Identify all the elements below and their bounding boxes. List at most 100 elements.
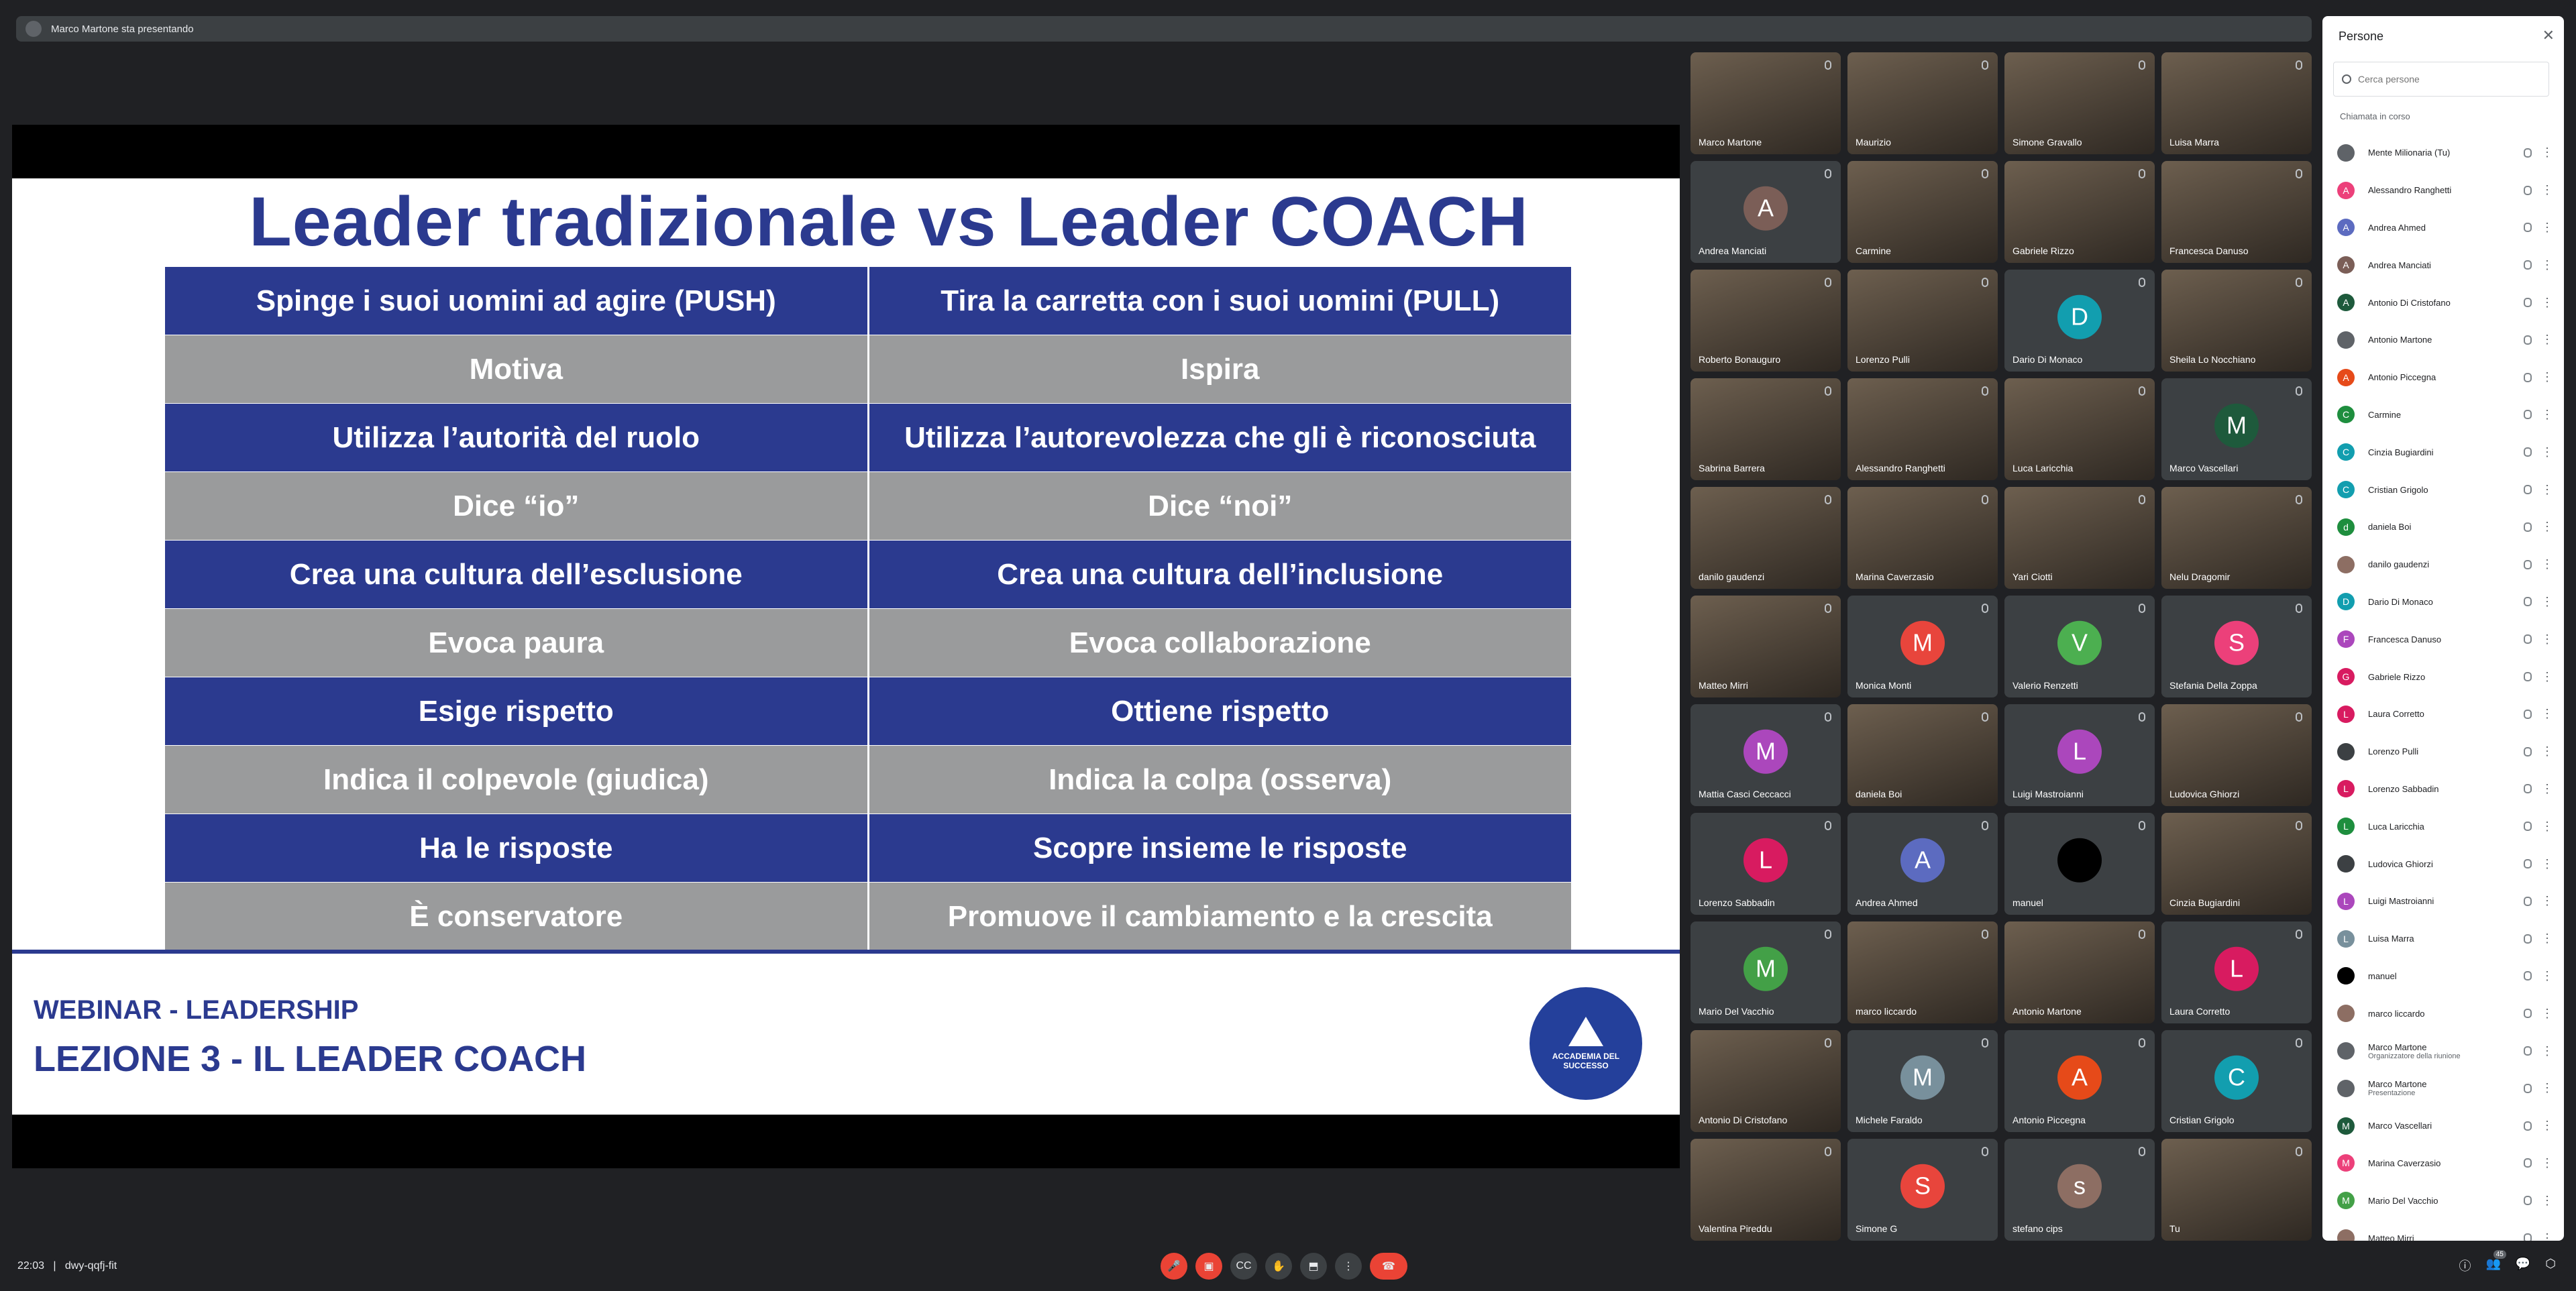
mic-muted-icon[interactable] [2524,185,2532,195]
list-item[interactable]: Ludovica Ghiorzi ⋮ [2322,845,2564,883]
more-options-icon[interactable]: ⋮ [2541,146,2553,160]
more-options-icon[interactable]: ⋮ [2541,969,2553,983]
more-options-icon[interactable]: ⋮ [2541,782,2553,796]
more-options-icon[interactable]: ⋮ [2541,857,2553,871]
participant-tile[interactable]: danilo gaudenzi [1690,487,1841,589]
participant-tile[interactable]: Gabriele Rizzo [2004,161,2155,263]
participant-tile[interactable]: L Lorenzo Sabbadin [1690,813,1841,915]
more-options-icon[interactable]: ⋮ [2541,221,2553,235]
participant-tile[interactable]: M Michele Faraldo [1847,1030,1998,1132]
mic-muted-icon[interactable] [2524,485,2532,495]
list-item[interactable]: A Andrea Manciati ⋮ [2322,246,2564,284]
mic-muted-icon[interactable] [2524,672,2532,682]
mic-muted-icon[interactable] [2524,971,2532,981]
more-options-icon[interactable]: ⋮ [2541,595,2553,609]
list-item[interactable]: Marco Martone Presentazione ⋮ [2322,1070,2564,1107]
more-options-icon[interactable]: ⋮ [2541,632,2553,647]
list-item[interactable]: M Marco Vascellari ⋮ [2322,1107,2564,1145]
list-item[interactable]: d daniela Boi ⋮ [2322,508,2564,546]
more-options-icon[interactable]: ⋮ [2541,1007,2553,1021]
mic-muted-icon[interactable] [2524,1009,2532,1019]
mic-muted-icon[interactable] [2524,746,2532,756]
list-item[interactable]: L Luca Laricchia ⋮ [2322,807,2564,845]
participant-tile[interactable]: daniela Boi [1847,704,1998,806]
mic-muted-icon[interactable] [2524,1233,2532,1241]
participant-tile[interactable]: Antonio Martone [2004,921,2155,1023]
list-item[interactable]: C Cinzia Bugiardini ⋮ [2322,433,2564,471]
participant-tile[interactable]: Cinzia Bugiardini [2161,813,2312,915]
activities-icon[interactable]: ⬡ [2545,1257,2556,1274]
more-options-icon[interactable]: ⋮ [2541,183,2553,197]
mic-muted-icon[interactable] [2524,934,2532,944]
participant-tile[interactable]: S Simone G [1847,1139,1998,1241]
participant-tile[interactable]: C Cristian Grigolo [2161,1030,2312,1132]
people-search[interactable] [2333,62,2549,97]
more-options-icon[interactable]: ⋮ [2541,670,2553,684]
list-item[interactable]: M Marina Caverzasio ⋮ [2322,1145,2564,1182]
list-item[interactable]: G Gabriele Rizzo ⋮ [2322,658,2564,695]
more-options-icon[interactable]: ⋮ [2541,707,2553,721]
participant-tile[interactable]: V Valerio Renzetti [2004,596,2155,697]
list-item[interactable]: D Dario Di Monaco ⋮ [2322,583,2564,621]
participant-tile[interactable]: A Antonio Piccegna [2004,1030,2155,1132]
mic-muted-icon[interactable] [2524,447,2532,457]
list-item[interactable]: L Luisa Marra ⋮ [2322,920,2564,958]
participant-tile[interactable]: L Laura Corretto [2161,921,2312,1023]
participant-tile[interactable]: A Andrea Ahmed [1847,813,1998,915]
participant-tile[interactable]: Lorenzo Pulli [1847,270,1998,372]
participant-tile[interactable]: L Luigi Mastroianni [2004,704,2155,806]
mic-muted-icon[interactable] [2524,298,2532,308]
participant-tile[interactable]: Marina Caverzasio [1847,487,1998,589]
participant-tile[interactable]: manuel [2004,813,2155,915]
camera-off-button[interactable]: ▣ [1195,1253,1222,1280]
mic-muted-icon[interactable] [2524,522,2532,532]
mic-muted-icon[interactable] [2524,597,2532,607]
more-options-icon[interactable]: ⋮ [2541,520,2553,534]
list-item[interactable]: C Carmine ⋮ [2322,396,2564,434]
more-options-icon[interactable]: ⋮ [2541,932,2553,946]
mic-muted-icon[interactable] [2524,1121,2532,1131]
mic-muted-icon[interactable] [2524,372,2532,382]
mic-muted-icon[interactable] [2524,410,2532,420]
participant-tile[interactable]: M Mario Del Vacchio [1690,921,1841,1023]
captions-button[interactable]: CC [1230,1253,1257,1280]
participant-tile[interactable]: Roberto Bonauguro [1690,270,1841,372]
participant-tile[interactable]: S Stefania Della Zoppa [2161,596,2312,697]
participant-tile[interactable]: Yari Ciotti [2004,487,2155,589]
participant-tile[interactable]: Marco Martone [1690,52,1841,154]
participant-tile[interactable]: Sheila Lo Nocchiano [2161,270,2312,372]
close-icon[interactable]: ✕ [2542,27,2555,44]
more-options-icon[interactable]: ⋮ [2541,258,2553,272]
list-item[interactable]: Marco Martone Organizzatore della riunion… [2322,1032,2564,1070]
chat-icon[interactable]: 💬 [2516,1257,2530,1274]
mic-muted-icon[interactable] [2524,1196,2532,1206]
list-item[interactable]: danilo gaudenzi ⋮ [2322,546,2564,583]
list-item[interactable]: F Francesca Danuso ⋮ [2322,620,2564,658]
participant-tile[interactable]: s stefano cips [2004,1139,2155,1241]
participant-tile[interactable]: Ludovica Ghiorzi [2161,704,2312,806]
raise-hand-button[interactable]: ✋ [1265,1253,1292,1280]
more-options-icon[interactable]: ⋮ [2541,296,2553,310]
list-item[interactable]: L Laura Corretto ⋮ [2322,695,2564,733]
more-options-icon[interactable]: ⋮ [2541,1156,2553,1170]
participant-tile[interactable]: marco liccardo [1847,921,1998,1023]
list-item[interactable]: A Alessandro Ranghetti ⋮ [2322,172,2564,209]
participant-tile[interactable]: Tu [2161,1139,2312,1241]
more-options-icon[interactable]: ⋮ [2541,1081,2553,1095]
more-options-icon[interactable]: ⋮ [2541,1044,2553,1058]
list-item[interactable]: M Mario Del Vacchio ⋮ [2322,1182,2564,1219]
participant-tile[interactable]: M Mattia Casci Ceccacci [1690,704,1841,806]
participant-tile[interactable]: Simone Gravallo [2004,52,2155,154]
more-options-icon[interactable]: ⋮ [2541,370,2553,384]
mic-muted-icon[interactable] [2524,260,2532,270]
mic-off-button[interactable]: 🎤 [1161,1253,1187,1280]
participant-tile[interactable]: A Andrea Manciati [1690,161,1841,263]
list-item[interactable]: L Lorenzo Sabbadin ⋮ [2322,771,2564,808]
participant-tile[interactable]: Maurizio [1847,52,1998,154]
list-item[interactable]: manuel ⋮ [2322,958,2564,995]
mic-muted-icon[interactable] [2524,859,2532,869]
list-item[interactable]: Antonio Martone ⋮ [2322,321,2564,359]
more-options-icon[interactable]: ⋮ [2541,483,2553,497]
more-options-icon[interactable]: ⋮ [2541,1231,2553,1241]
mic-muted-icon[interactable] [2524,1046,2532,1056]
